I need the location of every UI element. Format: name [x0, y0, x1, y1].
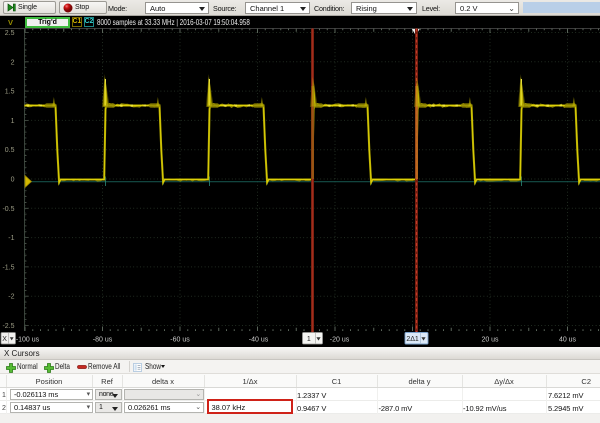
svg-text:40 us: 40 us — [559, 337, 577, 344]
svg-text:-0.5: -0.5 — [2, 206, 14, 213]
svg-text:0: 0 — [11, 177, 15, 184]
svg-text:-40 us: -40 us — [249, 337, 269, 344]
svg-text:X: X — [2, 336, 7, 343]
svg-text:2.5: 2.5 — [5, 30, 15, 37]
svg-text:-100 us: -100 us — [16, 337, 40, 344]
svg-text:-1: -1 — [8, 235, 14, 242]
svg-text:1: 1 — [307, 336, 311, 343]
svg-text:-80 us: -80 us — [93, 337, 113, 344]
svg-text:2: 2 — [11, 59, 15, 66]
svg-text:-2: -2 — [8, 294, 14, 301]
svg-text:0.5: 0.5 — [5, 147, 15, 154]
svg-text:-60 us: -60 us — [170, 337, 190, 344]
svg-text:20 us: 20 us — [481, 337, 499, 344]
svg-text:1.5: 1.5 — [5, 89, 15, 96]
svg-text:2Δ1: 2Δ1 — [406, 336, 419, 343]
svg-text:-20 us: -20 us — [330, 337, 350, 344]
svg-text:-1.5: -1.5 — [2, 264, 14, 271]
svg-text:1: 1 — [11, 118, 15, 125]
svg-text:-2.5: -2.5 — [2, 323, 14, 330]
